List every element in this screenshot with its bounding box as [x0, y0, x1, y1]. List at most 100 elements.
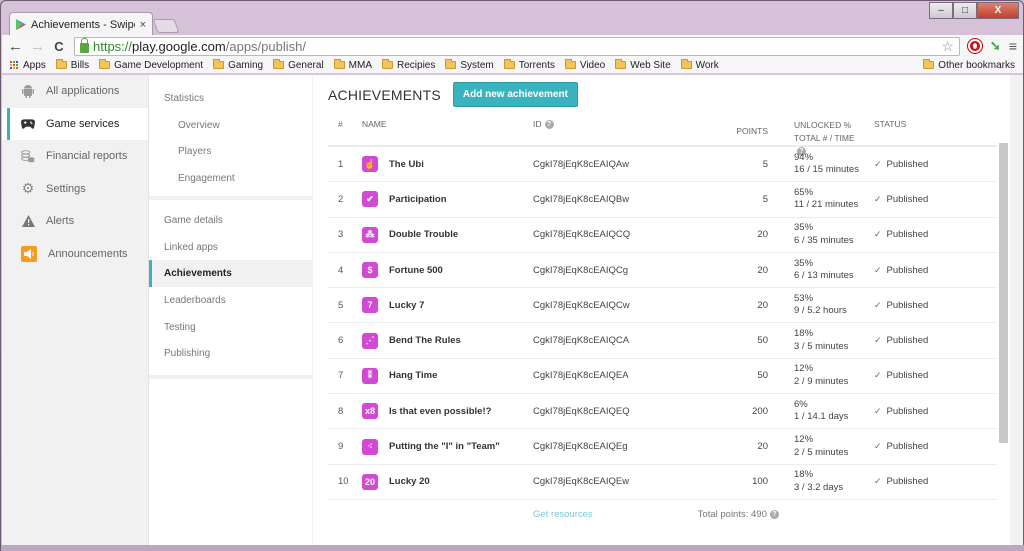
bookmark-folder[interactable]: Torrents — [503, 59, 555, 71]
reload-icon[interactable]: C — [52, 39, 66, 54]
title-bar: Achievements - Swipe Tap × – □ X — [1, 1, 1023, 36]
subnav-testing[interactable]: Testing — [149, 314, 312, 341]
help-icon[interactable]: ? — [544, 120, 554, 130]
subnav-engagement[interactable]: Engagement — [149, 165, 312, 192]
nav-financial-reports[interactable]: Financial reports — [2, 140, 148, 173]
browser-toolbar: ← → C https://play.google.com/apps/publi… — [2, 35, 1023, 57]
achievement-row[interactable]: 4 $ Fortune 500 CgkI78jEqK8cEAIQCg 20 35% 6 / … — [328, 253, 997, 289]
subnav-publishing[interactable]: Publishing — [149, 340, 312, 367]
other-bookmarks[interactable]: Other bookmarks — [923, 59, 1015, 71]
browser-tab[interactable]: Achievements - Swipe Tap × — [9, 12, 153, 36]
achievement-row[interactable]: 8 x8 Is that even possible!? CgkI78jEqK8cEA… — [328, 394, 997, 430]
achievement-name[interactable]: Fortune 500 — [389, 265, 443, 276]
achievement-name-cell[interactable]: ⋰ Bend The Rules — [362, 332, 533, 349]
tab-close-icon[interactable]: × — [140, 19, 146, 31]
nav-alerts[interactable]: Alerts — [2, 205, 148, 238]
window-controls: – □ X — [929, 2, 1019, 19]
bookmark-folder[interactable]: General — [273, 59, 324, 71]
unlocked-percent: 12% — [794, 363, 814, 375]
bookmark-folder[interactable]: System — [445, 59, 494, 71]
bookmark-folder[interactable]: Bills — [55, 59, 89, 71]
bookmark-star-icon[interactable]: ☆ — [941, 38, 954, 55]
extension-arrow-icon[interactable]: ➘ — [990, 38, 1001, 54]
nav-all-applications[interactable]: All applications — [2, 75, 148, 108]
subnav-leaderboards[interactable]: Leaderboards — [149, 287, 312, 314]
achievement-name[interactable]: The Ubi — [389, 159, 424, 170]
bookmark-folder[interactable]: MMA — [333, 59, 372, 71]
subnav-overview[interactable]: Overview — [149, 112, 312, 139]
bookmark-folder[interactable]: Work — [680, 59, 719, 71]
unlocked-percent: 35% — [794, 257, 814, 269]
unlocked-cell: 6% 1 / 14.1 days — [768, 399, 863, 424]
achievement-row[interactable]: 7 ⁑ Hang Time CgkI78jEqK8cEAIQEA 50 12% 2 / 9 … — [328, 359, 997, 395]
back-icon[interactable]: ← — [8, 38, 23, 55]
achievement-name-cell[interactable]: ⁑ Hang Time — [362, 367, 533, 384]
team-icon: ⁖ — [362, 438, 378, 455]
subnav-linked-apps[interactable]: Linked apps — [149, 234, 312, 261]
bookmark-folder[interactable]: Video — [564, 59, 605, 71]
unlocked-cell: 18% 3 / 5 minutes — [768, 328, 863, 353]
address-bar[interactable]: https://play.google.com/apps/publish/ ☆ — [74, 36, 960, 56]
minimize-button[interactable]: – — [929, 2, 953, 19]
achievement-id: CgkI78jEqK8cEAIQCg — [533, 264, 629, 276]
achievement-name[interactable]: Bend The Rules — [389, 335, 461, 346]
achievement-name-cell[interactable]: ⁂ Double Trouble — [362, 226, 533, 243]
opera-extension-icon[interactable] — [967, 39, 982, 53]
folder-icon — [445, 59, 457, 69]
check-icon: ✓ — [874, 264, 882, 275]
check-icon: ✓ — [874, 193, 882, 204]
bookmark-folder[interactable]: Web Site — [615, 59, 671, 71]
achievement-row[interactable]: 2 ✔ Participation CgkI78jEqK8cEAIQBw 5 65% 11 … — [328, 182, 997, 218]
achievement-name-cell[interactable]: ⁖ Putting the "I" in "Team" — [362, 438, 533, 455]
nav-game-services[interactable]: Game services — [2, 107, 148, 140]
achievement-row[interactable]: 9 ⁖ Putting the "I" in "Team" CgkI78jEqK8cE… — [328, 429, 997, 465]
achievement-name-cell[interactable]: $ Fortune 500 — [362, 262, 533, 279]
status-cell: ✓ Published — [863, 300, 997, 311]
nav-announcements[interactable]: Announcements — [2, 238, 148, 271]
statistics-card: Statistics Overview Players Engagement — [149, 75, 312, 196]
scrollbar-thumb[interactable] — [999, 143, 1008, 443]
col-id: ID? — [533, 111, 678, 145]
achievement-name[interactable]: Participation — [389, 194, 447, 205]
maximize-button[interactable]: □ — [953, 2, 977, 19]
achievement-row[interactable]: 5 7 Lucky 7 CgkI78jEqK8cEAIQCw 20 53% 9 / 5.2 … — [328, 288, 997, 324]
achievement-name-cell[interactable]: x8 Is that even possible!? — [362, 403, 533, 420]
bookmark-folder[interactable]: Recipies — [382, 59, 435, 71]
subnav-achievements[interactable]: Achievements — [149, 260, 312, 288]
status-cell: ✓ Published — [863, 229, 997, 240]
add-achievement-button[interactable]: Add new achievement — [452, 82, 578, 107]
achievement-name-cell[interactable]: ✔ Participation — [362, 191, 533, 208]
subnav-statistics[interactable]: Statistics — [149, 85, 312, 112]
achievement-row[interactable]: 6 ⋰ Bend The Rules CgkI78jEqK8cEAIQCA 50 18% 3… — [328, 323, 997, 359]
scrollbar[interactable] — [998, 75, 1010, 545]
achievement-name[interactable]: Hang Time — [389, 370, 437, 381]
subnav-game-details[interactable]: Game details — [149, 207, 312, 234]
achievement-name[interactable]: Putting the "I" in "Team" — [389, 441, 500, 452]
achievement-name[interactable]: Lucky 20 — [389, 476, 430, 487]
achievement-name[interactable]: Lucky 7 — [389, 300, 424, 311]
nav-settings[interactable]: ⚙ Settings — [2, 173, 148, 206]
achievement-row[interactable]: 3 ⁂ Double Trouble CgkI78jEqK8cEAIQCQ 20 35% 6… — [328, 218, 997, 253]
subnav-players[interactable]: Players — [149, 138, 312, 165]
achievement-name[interactable]: Double Trouble — [389, 229, 458, 240]
close-window-button[interactable]: X — [977, 2, 1019, 19]
achievement-name-cell[interactable]: 7 Lucky 7 — [362, 297, 533, 314]
bookmark-folder[interactable]: Game Development — [99, 59, 203, 71]
chrome-menu-icon[interactable]: ≡ — [1009, 38, 1017, 54]
get-resources-link[interactable]: Get resources — [533, 509, 593, 520]
help-icon[interactable]: ? — [769, 510, 779, 520]
status-cell: ✓ Published — [863, 406, 997, 417]
check-icon: ✓ — [874, 476, 882, 487]
unlocked-cell: 18% 3 / 3.2 days — [768, 469, 863, 494]
unlocked-cell: 12% 2 / 5 minutes — [768, 434, 863, 459]
bookmark-apps[interactable]: Apps — [10, 60, 46, 71]
new-tab-button[interactable] — [152, 19, 180, 33]
achievement-row[interactable]: 10 20 Lucky 20 CgkI78jEqK8cEAIQEw 100 18% 3 / … — [328, 465, 997, 500]
bookmark-folder[interactable]: Gaming — [213, 59, 263, 71]
forward-icon[interactable]: → — [30, 38, 45, 55]
achievement-name-cell[interactable]: ☝ The Ubi — [362, 156, 533, 173]
achievement-name[interactable]: Is that even possible!? — [389, 406, 491, 417]
status-cell: ✓ Published — [863, 476, 997, 487]
achievement-name-cell[interactable]: 20 Lucky 20 — [362, 473, 533, 490]
achievement-row[interactable]: 1 ☝ The Ubi CgkI78jEqK8cEAIQAw 5 94% 16 / 15 m… — [328, 147, 997, 183]
